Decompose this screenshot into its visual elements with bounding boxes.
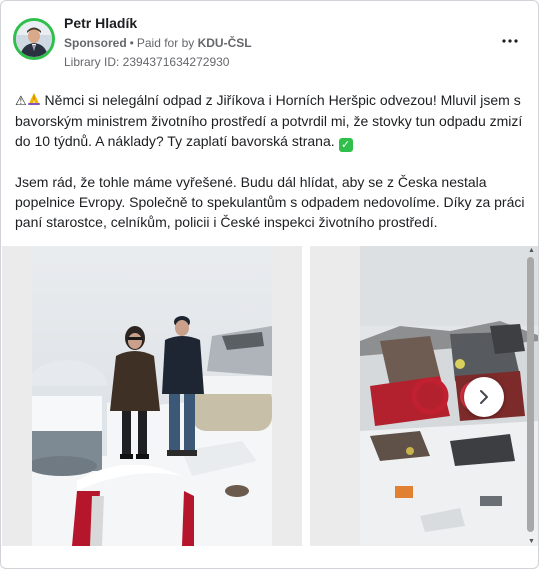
post-paragraph-2: Jsem rád, že tohle máme vyřešené. Budu d…	[15, 174, 525, 230]
photo-people-waste-snow	[32, 246, 272, 546]
photo-waste-heap-snow	[360, 246, 538, 546]
paid-for-label: Paid for by	[136, 36, 195, 50]
scrollbar-thumb[interactable]	[527, 257, 534, 532]
more-icon	[502, 39, 518, 43]
post-paragraph-1: ⚠ Němci si nelegální odpad z Jiříkova i …	[15, 90, 530, 152]
author-name[interactable]: Petr Hladík	[64, 15, 137, 31]
avatar[interactable]	[13, 18, 55, 60]
post-text: ⚠ Němci si nelegální odpad z Jiříkova i …	[15, 90, 530, 232]
scroll-up-arrow-icon[interactable]: ▲	[527, 246, 536, 255]
library-id: Library ID: 2394371634272930	[64, 55, 230, 69]
ad-card: Petr Hladík Sponsored • Paid for by KDU-ČS…	[0, 0, 539, 569]
carousel-next-button[interactable]	[464, 377, 504, 417]
sponsored-label: Sponsored	[64, 36, 127, 50]
scroll-down-arrow-icon[interactable]: ▼	[527, 537, 536, 546]
ad-meta: Sponsored • Paid for by KDU-ČSL	[64, 36, 252, 50]
image-carousel[interactable]: ▲ ▼	[2, 246, 538, 546]
warning-icon: ⚠	[15, 93, 27, 108]
separator-dot: •	[129, 36, 134, 50]
carousel-slide-1[interactable]	[2, 246, 302, 546]
more-options-button[interactable]	[502, 28, 518, 46]
chevron-right-icon	[480, 390, 488, 404]
post-paragraph-1-text: Němci si nelegální odpad z Jiříkova i Ho…	[15, 92, 523, 149]
check-icon: ✓	[338, 138, 353, 152]
paid-by-link[interactable]: KDU-ČSL	[198, 36, 252, 50]
pray-icon	[27, 91, 41, 111]
